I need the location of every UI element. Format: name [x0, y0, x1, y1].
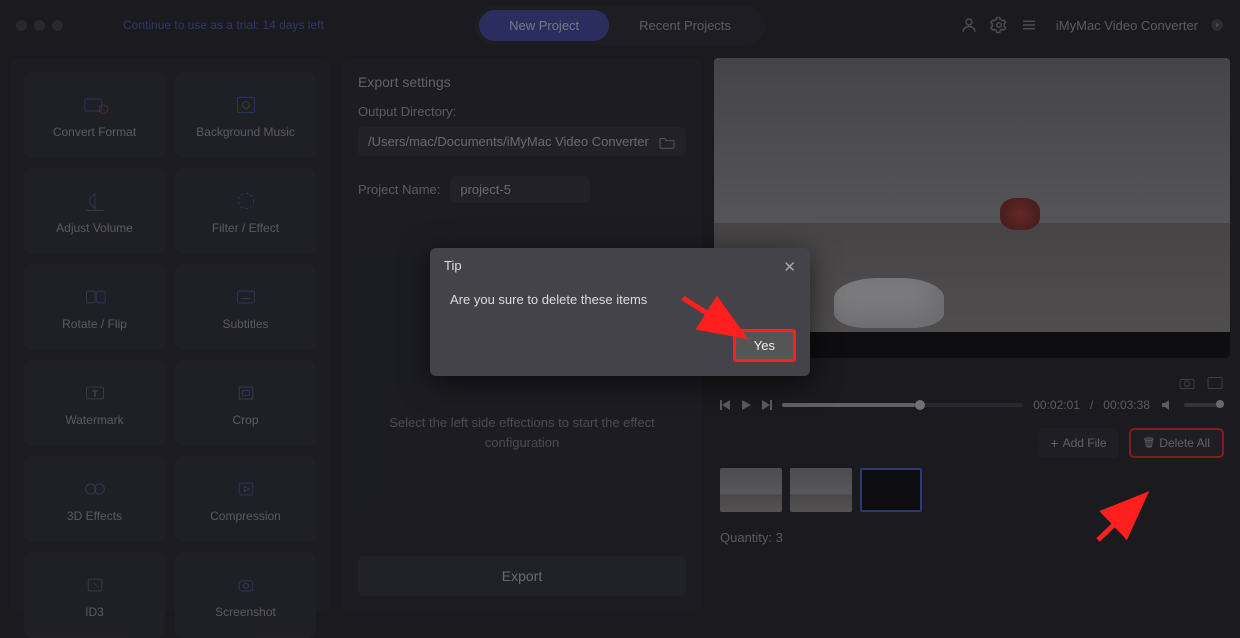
project-name-input[interactable]: [450, 176, 590, 203]
tool-label: 3D Effects: [67, 509, 122, 523]
tool-subtitles[interactable]: Subtitles: [175, 264, 316, 350]
tool-label: Crop: [232, 413, 258, 427]
tool-background-music[interactable]: Background Music: [175, 72, 316, 158]
close-icon[interactable]: ✕: [783, 258, 796, 276]
confirm-modal: Tip ✕ Are you sure to delete these items…: [430, 248, 810, 376]
tool-screenshot[interactable]: Screenshot: [175, 552, 316, 638]
tool-crop[interactable]: Crop: [175, 360, 316, 446]
tab-new-project[interactable]: New Project: [479, 10, 609, 41]
tool-watermark[interactable]: T Watermark: [24, 360, 165, 446]
output-dir-field[interactable]: /Users/mac/Documents/iMyMac Video Conver…: [358, 127, 686, 156]
camera-icon[interactable]: [1178, 376, 1196, 390]
user-icon[interactable]: [960, 16, 978, 34]
modal-message: Are you sure to delete these items: [430, 286, 810, 329]
menu-icon[interactable]: [1020, 16, 1038, 34]
app-name: iMyMac Video Converter: [1056, 18, 1198, 33]
export-heading: Export settings: [358, 74, 686, 90]
tool-label: Filter / Effect: [212, 221, 279, 235]
tool-label: Screenshot: [215, 605, 276, 619]
tool-adjust-volume[interactable]: Adjust Volume: [24, 168, 165, 254]
maximize-dot[interactable]: [52, 20, 63, 31]
folder-icon[interactable]: [658, 135, 676, 149]
tool-3d-effects[interactable]: 3D Effects: [24, 456, 165, 542]
tool-label: Adjust Volume: [56, 221, 133, 235]
tool-rotate-flip[interactable]: Rotate / Flip: [24, 264, 165, 350]
next-icon[interactable]: [760, 399, 772, 411]
tool-compression[interactable]: Compression: [175, 456, 316, 542]
output-dir-value: /Users/mac/Documents/iMyMac Video Conver…: [368, 134, 650, 149]
delete-all-button[interactable]: 🗑Delete All: [1129, 428, 1224, 458]
tool-label: Compression: [210, 509, 281, 523]
modal-title: Tip: [444, 258, 462, 276]
prev-icon[interactable]: [720, 399, 732, 411]
volume-slider[interactable]: [1184, 403, 1224, 407]
tab-recent-projects[interactable]: Recent Projects: [609, 10, 761, 41]
quantity-label: Quantity: 3: [714, 512, 1230, 545]
file-thumbnails: [714, 468, 1230, 512]
output-dir-label: Output Directory:: [358, 104, 686, 119]
tool-label: Convert Format: [53, 125, 136, 139]
thumbnail[interactable]: [790, 468, 852, 512]
tool-filter-effect[interactable]: Filter / Effect: [175, 168, 316, 254]
project-name-label: Project Name:: [358, 182, 440, 197]
close-dot[interactable]: [16, 20, 27, 31]
time-sep: /: [1090, 398, 1093, 412]
time-total: 00:03:38: [1103, 398, 1150, 412]
dropdown-icon[interactable]: [1210, 18, 1224, 32]
tool-label: Rotate / Flip: [62, 317, 127, 331]
minimize-dot[interactable]: [34, 20, 45, 31]
yes-button[interactable]: Yes: [733, 329, 796, 362]
volume-icon[interactable]: [1160, 398, 1174, 412]
tool-label: Watermark: [65, 413, 123, 427]
window-controls[interactable]: [16, 20, 63, 31]
trial-notice[interactable]: Continue to use as a trial: 14 days left: [123, 18, 324, 32]
export-button[interactable]: Export: [358, 556, 686, 596]
thumbnail[interactable]: [720, 468, 782, 512]
time-current: 00:02:01: [1033, 398, 1080, 412]
svg-text:T: T: [92, 388, 97, 398]
tool-label: Subtitles: [222, 317, 268, 331]
gear-icon[interactable]: [990, 16, 1008, 34]
project-tabs: New Project Recent Projects: [475, 6, 765, 45]
add-file-button[interactable]: +Add File: [1038, 428, 1118, 458]
tool-convert-format[interactable]: Convert Format: [24, 72, 165, 158]
tool-label: ID3: [85, 605, 104, 619]
effects-sidebar: Convert Format Background Music Adjust V…: [10, 58, 330, 612]
play-icon[interactable]: [740, 399, 752, 411]
tool-id3[interactable]: ID3: [24, 552, 165, 638]
thumbnail-selected[interactable]: [860, 468, 922, 512]
helper-text: Select the left side effections to start…: [358, 413, 686, 452]
seek-slider[interactable]: [782, 403, 1023, 407]
tool-label: Background Music: [196, 125, 295, 139]
fullscreen-icon[interactable]: [1206, 376, 1224, 390]
